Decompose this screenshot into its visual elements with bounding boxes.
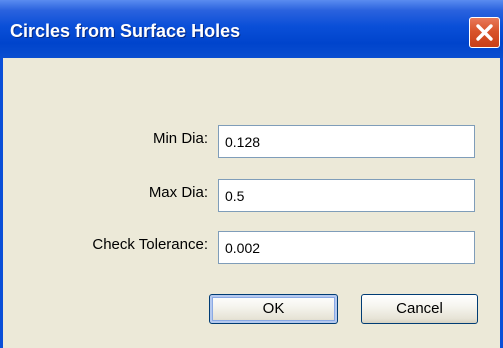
max-dia-label: Max Dia:: [148, 184, 208, 201]
dialog-body: Min Dia: Max Dia: Check Tolerance: OK Ca…: [0, 58, 503, 348]
check-tolerance-field[interactable]: [218, 231, 475, 264]
min-dia-field[interactable]: [218, 125, 475, 158]
title-bar[interactable]: Circles from Surface Holes: [0, 0, 503, 58]
cancel-button[interactable]: Cancel: [361, 294, 478, 324]
check-tolerance-label: Check Tolerance:: [92, 236, 208, 253]
max-dia-field[interactable]: [218, 179, 475, 212]
dialog-window: Circles from Surface Holes Min Dia: Max …: [0, 0, 503, 348]
ok-button[interactable]: OK: [209, 294, 338, 324]
window-title: Circles from Surface Holes: [10, 21, 241, 41]
close-icon: [476, 24, 493, 41]
close-button[interactable]: [469, 17, 500, 48]
min-dia-label: Min Dia:: [152, 130, 208, 147]
